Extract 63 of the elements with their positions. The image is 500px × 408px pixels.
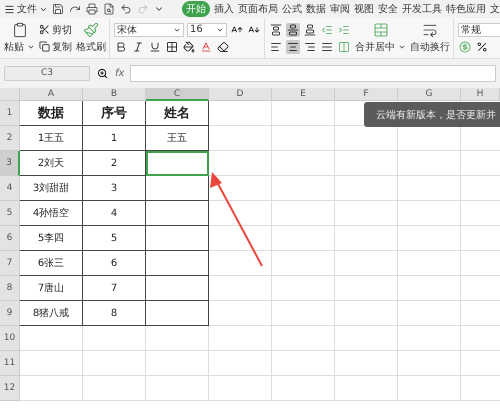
merge-center-button[interactable]: 合并居中 [355, 22, 406, 54]
table-cell[interactable]: 2 [83, 151, 146, 176]
table-cell[interactable]: 1王五 [20, 126, 83, 151]
ribbon-tab[interactable]: 插入 [214, 1, 234, 17]
table-cell[interactable]: 7 [83, 276, 146, 301]
table-cell[interactable]: 2刘天 [20, 151, 83, 176]
cut-button[interactable]: 剪切 [39, 22, 72, 36]
table-cell[interactable]: 数据 [20, 101, 83, 126]
row-header[interactable]: 5 [0, 201, 20, 226]
table-cell[interactable]: 4孙悟空 [20, 201, 83, 226]
name-box[interactable]: C3 [4, 66, 90, 80]
font-size-select[interactable]: 16 [187, 22, 227, 36]
row-header[interactable]: 3 [0, 151, 20, 176]
table-cell[interactable]: 7唐山 [20, 276, 83, 301]
ribbon-tab[interactable]: 特色应用 [446, 1, 486, 17]
ribbon-tab[interactable]: 安全 [378, 1, 398, 17]
number-format-select[interactable]: 常规 [458, 22, 500, 36]
row-header[interactable]: 2 [0, 126, 20, 151]
ribbon-tab[interactable]: 页面布局 [238, 1, 278, 17]
table-cell[interactable]: 5 [83, 226, 146, 251]
ribbon-tab[interactable]: 视图 [354, 1, 374, 17]
table-cell[interactable]: 8 [83, 301, 146, 326]
ribbon-tab[interactable]: 审阅 [330, 1, 350, 17]
table-cell[interactable]: 王五 [146, 126, 209, 151]
table-cell[interactable]: 4 [83, 201, 146, 226]
ribbon-tab[interactable]: 开发工具 [402, 1, 442, 17]
column-header[interactable]: C [146, 88, 209, 101]
table-cell[interactable]: 6张三 [20, 251, 83, 276]
notification-toast: 云端有新版本，是否更新并 [364, 102, 500, 127]
wrap-text-button[interactable]: 自动换行 [410, 22, 450, 54]
row-header[interactable]: 10 [0, 326, 20, 351]
row-header[interactable]: 6 [0, 226, 20, 251]
ribbon-tab[interactable]: 文 [490, 1, 500, 17]
table-cell[interactable]: 3刘甜甜 [20, 176, 83, 201]
table-cell[interactable]: 8猪八戒 [20, 301, 83, 326]
row-header[interactable]: 4 [0, 176, 20, 201]
paste-button[interactable]: 粘贴 [4, 22, 35, 54]
table-cell[interactable]: 1 [83, 126, 146, 151]
table-cell[interactable]: 序号 [83, 101, 146, 126]
column-header[interactable]: E [272, 88, 335, 101]
column-header[interactable]: H [461, 88, 500, 101]
table-cell[interactable]: 姓名 [146, 101, 209, 126]
copy-button[interactable]: 复制 [39, 40, 72, 54]
column-header[interactable]: B [83, 88, 146, 101]
column-header[interactable]: D [209, 88, 272, 101]
table-cell[interactable]: 5李四 [20, 226, 83, 251]
column-header[interactable]: A [20, 88, 83, 101]
row-header[interactable]: 1 [0, 101, 20, 126]
fx-label: fx [115, 68, 124, 78]
font-select[interactable]: 宋体 [114, 22, 184, 36]
row-header[interactable]: 8 [0, 276, 20, 301]
row-header[interactable]: 7 [0, 251, 20, 276]
ribbon-tab[interactable]: 公式 [282, 1, 302, 17]
row-header[interactable]: 12 [0, 376, 20, 401]
ribbon-tab[interactable]: 数据 [306, 1, 326, 17]
row-header[interactable]: 11 [0, 351, 20, 376]
table-cell[interactable]: 3 [83, 176, 146, 201]
format-painter-button[interactable]: 格式刷 [76, 22, 106, 54]
column-header[interactable]: F [335, 88, 398, 101]
file-menu[interactable]: 文件 [4, 2, 48, 16]
column-header[interactable]: G [398, 88, 461, 101]
table-cell[interactable]: 6 [83, 251, 146, 276]
row-header[interactable]: 9 [0, 301, 20, 326]
